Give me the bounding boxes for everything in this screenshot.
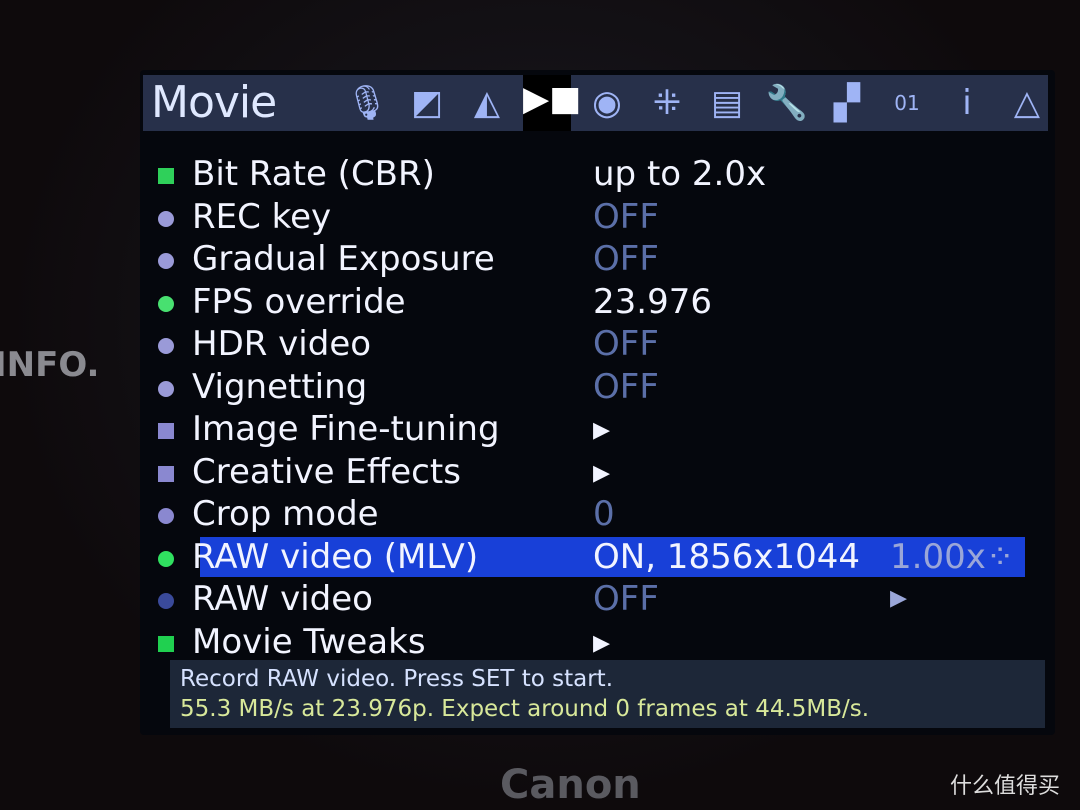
menu-item[interactable]: RAW video OFF xyxy=(150,579,1030,621)
brand-logo: Canon xyxy=(500,762,641,808)
status-text: 55.3 MB/s at 23.976p. Expect around 0 fr… xyxy=(180,696,870,722)
help-text: Record RAW video. Press SET to start. xyxy=(180,666,614,692)
status-indicator-icon xyxy=(158,635,174,652)
debug-icon[interactable]: 01 xyxy=(883,79,931,127)
lcd-screen: Movie 🎙 ◩ ◭ ▶■ ◉ ⁜ ▤ 🔧 ▞ 01 i △ Bit Rate (CBR) up to… xyxy=(140,70,1055,735)
camera-icon[interactable]: ◉ xyxy=(583,79,631,127)
menu-item-label: Crop mode xyxy=(192,494,379,534)
menu-item-label: Gradual Exposure xyxy=(192,239,495,279)
menu-item-label: HDR video xyxy=(192,324,372,364)
status-indicator-icon xyxy=(158,338,174,354)
menu-item-label: FPS override xyxy=(192,281,406,322)
menu-item[interactable]: Crop mode 0 xyxy=(150,494,1030,536)
menu-item-value: ON, 1856x1044 xyxy=(593,536,860,577)
status-indicator-icon xyxy=(158,295,174,312)
status-indicator-icon xyxy=(158,380,174,397)
movie-camera-icon[interactable]: ▶■ xyxy=(523,75,581,131)
menu-item[interactable]: RAW video (MLV) ON, 1856x1044 1.00x⁘▸ xyxy=(150,536,1030,617)
menu-item-value: 23.976 xyxy=(593,281,712,322)
focus-icon[interactable]: ⁜ xyxy=(643,79,691,127)
wrench-icon[interactable]: 🔧 xyxy=(763,79,811,127)
menu-item-value: OFF xyxy=(593,366,659,407)
menu-item-label: REC key xyxy=(192,196,332,237)
menu-item-value: OFF xyxy=(593,239,659,279)
menu-item-label: Creative Effects xyxy=(192,451,461,492)
menu-item-value: ▸ xyxy=(593,621,611,662)
modules-icon[interactable]: ▞ xyxy=(823,79,871,127)
status-indicator-icon xyxy=(158,253,174,269)
status-indicator-icon xyxy=(158,508,174,524)
status-indicator-icon xyxy=(158,593,174,609)
menu-item[interactable]: HDR video OFF xyxy=(150,324,1030,366)
menu-item-label: RAW video (MLV) xyxy=(192,536,479,577)
menu-item-label: Bit Rate (CBR) xyxy=(192,154,435,194)
menu-item-value: 0 xyxy=(593,494,615,534)
info-button-label: INFO. xyxy=(0,345,100,385)
microphone-icon[interactable]: 🎙 xyxy=(343,79,391,127)
status-indicator-icon xyxy=(158,550,174,567)
menu-item-label: Image Fine-tuning xyxy=(192,409,500,449)
histogram-icon[interactable]: ◭ xyxy=(463,79,511,127)
menu-item-label: Movie Tweaks xyxy=(192,621,426,662)
menu-header: Movie 🎙 ◩ ◭ ▶■ ◉ ⁜ ▤ 🔧 ▞ 01 i △ xyxy=(143,75,1048,131)
menu-item-value: OFF xyxy=(593,324,659,364)
delta-icon[interactable]: △ xyxy=(1003,79,1051,127)
menu-item[interactable]: Vignetting OFF xyxy=(150,367,1030,409)
menu-item-value: up to 2.0x xyxy=(593,154,767,194)
info-icon[interactable]: i xyxy=(943,79,991,127)
status-indicator-icon xyxy=(158,465,174,482)
display-icon[interactable]: ▤ xyxy=(703,79,751,127)
status-indicator-icon xyxy=(158,168,174,184)
menu-item-label: Vignetting xyxy=(192,366,368,407)
menu-item[interactable]: REC key OFF xyxy=(150,197,1030,239)
status-indicator-icon xyxy=(158,423,174,439)
menu-item-label: RAW video xyxy=(192,579,373,619)
menu-item[interactable]: Bit Rate (CBR) up to 2.0x xyxy=(150,154,1030,196)
status-indicator-icon xyxy=(158,210,174,227)
menu-item[interactable]: Movie Tweaks ▸ xyxy=(150,622,1030,664)
menu-item-value: ▸ xyxy=(593,409,611,449)
menu-item-value: OFF xyxy=(593,579,659,619)
help-bar: Record RAW video. Press SET to start. 55… xyxy=(170,660,1045,728)
menu-item[interactable]: FPS override 23.976 xyxy=(150,282,1030,324)
menu-item-value: ▸ xyxy=(593,451,611,492)
watermark: 什么值得买 xyxy=(950,774,1061,799)
menu-item-value: OFF xyxy=(593,196,659,237)
menu-item[interactable]: Gradual Exposure OFF xyxy=(150,239,1030,281)
exposure-icon[interactable]: ◩ xyxy=(403,79,451,127)
menu-item[interactable]: Image Fine-tuning ▸ xyxy=(150,409,1030,451)
menu-item[interactable]: Creative Effects ▸ xyxy=(150,452,1030,494)
page-title: Movie xyxy=(151,77,277,128)
